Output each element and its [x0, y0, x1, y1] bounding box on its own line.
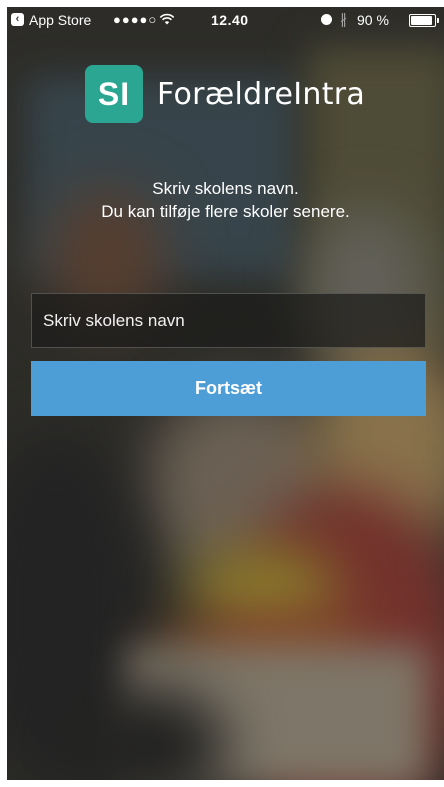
- alarm-icon: [321, 14, 332, 25]
- school-name-input[interactable]: [31, 293, 426, 348]
- app-logo: SI ForældreIntra: [85, 64, 365, 124]
- bluetooth-icon: ∦: [340, 11, 347, 27]
- status-bar: ‹ App Store ●●●●○ 12.40 ∦ 90 %: [7, 7, 444, 35]
- battery-nub: [437, 18, 439, 23]
- clock-time: 12.40: [211, 12, 249, 28]
- battery-icon: [409, 14, 439, 27]
- back-to-app-icon[interactable]: ‹: [11, 13, 24, 26]
- instructions-text: Skriv skolens navn. Du kan tilføje flere…: [7, 177, 444, 223]
- cellular-signal-icon: ●●●●○: [113, 12, 158, 27]
- instructions-line-1: Skriv skolens navn.: [152, 179, 299, 198]
- login-screen: ‹ App Store ●●●●○ 12.40 ∦ 90 % SI Foræld…: [7, 7, 444, 780]
- battery-percentage: 90 %: [357, 12, 389, 28]
- logo-badge: SI: [85, 65, 143, 123]
- battery-level-fill: [411, 16, 432, 25]
- back-app-label[interactable]: App Store: [29, 12, 91, 28]
- instructions-line-2: Du kan tilføje flere skoler senere.: [101, 202, 350, 221]
- continue-button[interactable]: Fortsæt: [31, 361, 426, 416]
- app-name: ForældreIntra: [157, 76, 366, 112]
- wifi-icon: [159, 13, 175, 25]
